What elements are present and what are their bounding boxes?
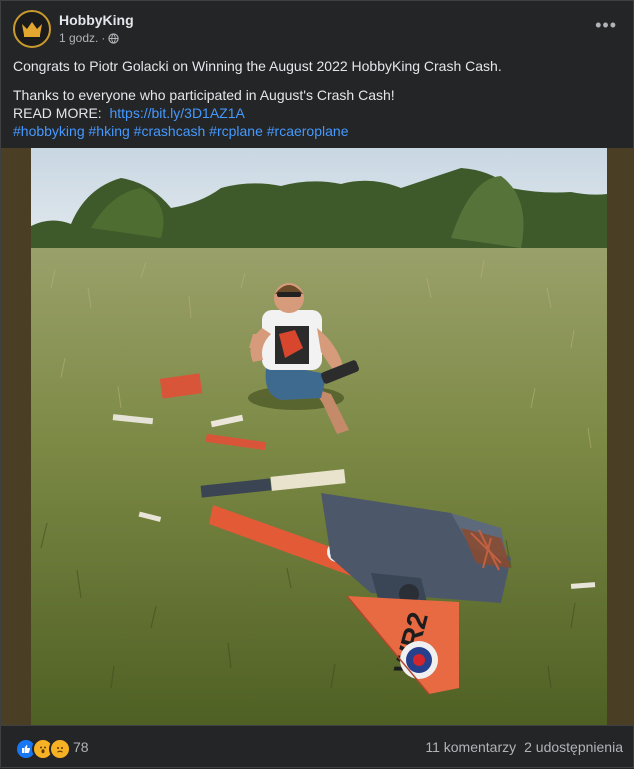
photo-container: WR2 [1,148,634,725]
post-footer: 78 11 komentarzy 2 udostępnienia [1,725,634,769]
hashtag-hobbyking[interactable]: #hobbyking [13,123,85,139]
comments-count[interactable]: 11 komentarzy [425,739,516,755]
shares-count[interactable]: 2 udostępnienia [524,739,623,755]
read-more-label: READ MORE: [13,105,102,121]
meta-separator: · [101,31,106,45]
read-more-line: READ MORE: https://bit.ly/3D1AZ1A [13,104,623,122]
globe-icon[interactable] [108,32,120,44]
reactions[interactable] [15,738,71,760]
hashtags: #hobbyking #hking #crashcash #rcplane #r… [13,122,623,140]
post-text: Congrats to Piotr Golacki on Winning the… [13,57,623,140]
page-avatar[interactable] [13,10,51,48]
post-stats: 11 komentarzy 2 udostępnienia [425,739,623,755]
post-line-1: Congrats to Piotr Golacki on Winning the… [13,58,502,74]
post-time[interactable]: 1 godz. [59,31,98,45]
post-line-2: Thanks to everyone who participated in A… [13,87,395,103]
hashtag-rcaeroplane[interactable]: #rcaeroplane [267,123,349,139]
hashtag-rcplane[interactable]: #rcplane [209,123,263,139]
hashtag-hking[interactable]: #hking [89,123,130,139]
crashed-plane-photo: WR2 [31,148,607,725]
page-name[interactable]: HobbyKing [59,12,134,28]
post-photo[interactable]: WR2 [31,148,607,725]
crown-logo-icon [22,22,42,37]
sad-icon [49,738,71,760]
reaction-count[interactable]: 78 [73,739,89,755]
hashtag-crashcash[interactable]: #crashcash [134,123,206,139]
read-more-link[interactable]: https://bit.ly/3D1AZ1A [109,105,244,121]
post-header: HobbyKing 1 godz. · ••• [1,1,634,57]
more-options-icon[interactable]: ••• [595,15,617,36]
facebook-post: HobbyKing 1 godz. · ••• Congrats to Piot… [0,0,634,768]
post-meta: 1 godz. · [59,31,120,45]
